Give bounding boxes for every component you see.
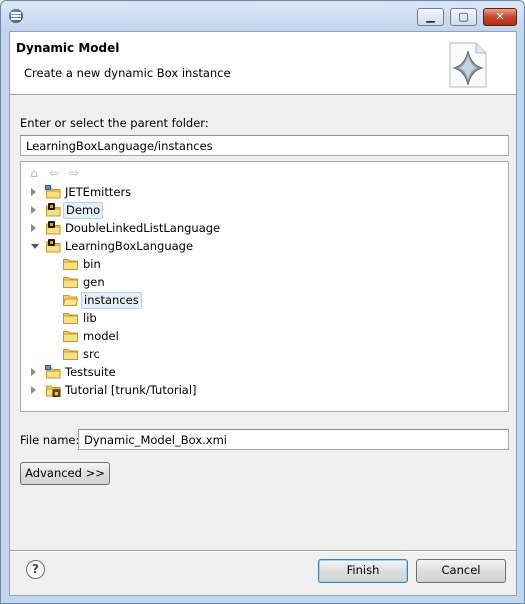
tree-item-label: bin [83,257,101,271]
tree-item-label: LearningBoxLanguage [65,239,194,253]
expand-arrow-icon[interactable] [31,206,36,214]
tree-item[interactable]: Tutorial [trunk/Tutorial] [21,382,501,400]
expand-arrow-icon[interactable] [31,386,36,394]
file-name-input[interactable] [78,429,509,450]
folder-icon [63,258,78,270]
tree-item-label: Testsuite [65,365,116,379]
tree-item[interactable]: Testsuite [21,364,501,382]
tree-item-label: DoubleLinkedListLanguage [65,221,221,235]
tree-item-label: instances [81,292,142,309]
button-bar-separator [10,550,516,552]
expand-arrow-icon[interactable] [31,224,36,232]
dialog-content: Dynamic Model Create a new dynamic Box i… [9,31,517,596]
tree-item[interactable]: JETEmitters [21,184,501,202]
tree-item-label: Tutorial [trunk/Tutorial] [65,383,197,397]
close-button[interactable]: ✕ [483,8,517,26]
maximize-button[interactable]: ▢ [450,8,477,26]
tree-item[interactable]: src [21,346,501,364]
back-arrow-icon[interactable]: ⇦ [47,166,61,180]
file-name-label: File name: [20,433,80,447]
dialog-window: ▁ ▢ ✕ Dynamic Model Create a new dynamic… [0,0,525,604]
tree-item-label: JETEmitters [65,185,132,199]
tree-item[interactable]: lib [21,310,501,328]
tree-item-label: gen [83,275,105,289]
parent-folder-input[interactable] [20,135,509,156]
folder-icon [63,312,78,324]
tree-item-label: lib [83,311,97,325]
parent-folder-label: Enter or select the parent folder: [20,116,209,130]
wizard-description: Create a new dynamic Box instance [24,66,231,80]
minimize-button[interactable]: ▁ [417,8,444,26]
tree-item[interactable]: bin [21,256,501,274]
wizard-star-icon [449,42,487,88]
folder-open-icon [62,294,79,306]
finish-button[interactable]: Finish [318,559,408,583]
svn-project-icon [45,383,61,398]
collapse-arrow-icon[interactable] [31,244,39,249]
tree-item[interactable]: gen [21,274,501,292]
title-bar[interactable]: ▁ ▢ ✕ [1,1,524,31]
tree-item-label: Demo [63,202,104,219]
tree-item[interactable]: model [21,328,501,346]
advanced-button[interactable]: Advanced >> [20,462,110,485]
java-project-icon [45,221,61,235]
expand-arrow-icon[interactable] [31,188,36,196]
tree-item[interactable]: Demo [21,202,501,220]
tree-item[interactable]: LearningBoxLanguage [21,238,501,256]
folder-project-icon [45,185,61,199]
tree-item-label: model [83,329,119,343]
cancel-button[interactable]: Cancel [416,559,506,583]
java-project-icon [45,239,61,253]
tree-item[interactable]: DoubleLinkedListLanguage [21,220,501,238]
tree-item-label: src [83,347,100,361]
folder-icon [63,276,78,288]
folder-icon [63,330,78,342]
folder-tree[interactable]: ⌂ ⇦ ⇨ JETEmitters Demo DoubleLinkedListLan… [20,161,509,412]
wizard-banner: Dynamic Model Create a new dynamic Box i… [10,32,516,95]
tree-item[interactable]: instances [21,292,501,310]
home-icon[interactable]: ⌂ [27,166,41,180]
folder-icon [63,348,78,360]
eclipse-icon [9,9,23,23]
expand-arrow-icon[interactable] [31,368,36,376]
help-icon[interactable]: ? [26,560,45,579]
wizard-title: Dynamic Model [16,41,120,55]
folder-project-icon [45,365,61,379]
java-project-icon [45,203,61,217]
forward-arrow-icon[interactable]: ⇨ [67,166,81,180]
